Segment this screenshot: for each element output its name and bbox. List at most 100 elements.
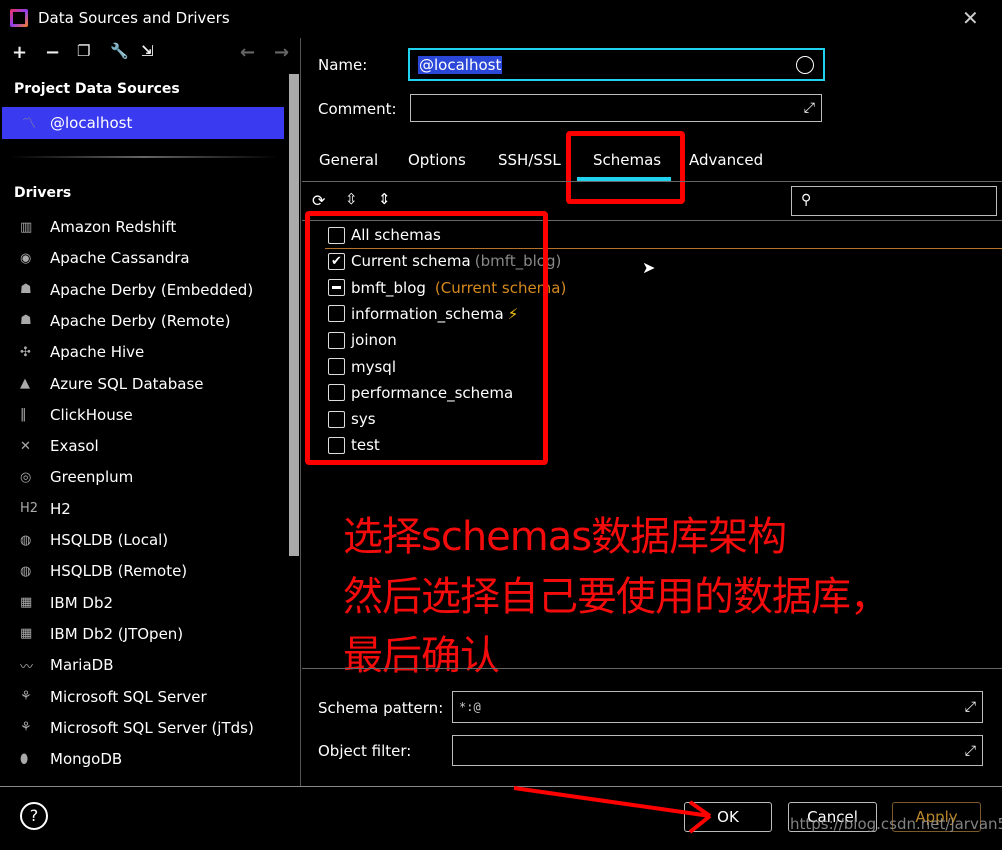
driver-item[interactable]: ☗ Apache Derby (Embedded) <box>20 278 253 302</box>
driver-item[interactable]: H2 H2 <box>20 497 71 521</box>
wrench-icon[interactable]: 🔧 <box>110 42 129 60</box>
driver-label: HSQLDB (Remote) <box>50 562 188 581</box>
driver-label: H2 <box>50 499 71 518</box>
app-logo-icon <box>10 9 28 27</box>
close-icon[interactable]: ✕ <box>962 6 979 30</box>
driver-item[interactable]: ◍ HSQLDB (Local) <box>20 528 168 552</box>
driver-item[interactable]: ◎ Greenplum <box>20 465 133 489</box>
search-icon: ⚲ <box>801 192 812 208</box>
sidebar-scrollbar[interactable] <box>289 74 299 556</box>
driver-label: Exasol <box>50 437 99 456</box>
driver-label: Apache Hive <box>50 343 145 362</box>
divider <box>10 156 278 158</box>
divider <box>302 181 1002 182</box>
object-filter-label: Object filter: <box>318 742 412 760</box>
driver-item[interactable]: ⚘ Microsoft SQL Server (jTds) <box>20 716 254 740</box>
cassandra-icon: ◉ <box>20 250 32 266</box>
driver-item[interactable]: ⚘ Microsoft SQL Server <box>20 685 207 709</box>
driver-label: IBM Db2 (JTOpen) <box>50 624 184 643</box>
driver-item[interactable]: ‖ ClickHouse <box>20 403 133 427</box>
derby-icon: ☗ <box>20 313 32 329</box>
mongodb-icon: ⬮ <box>20 751 29 767</box>
driver-item[interactable]: ⬮ MongoDB <box>20 747 122 771</box>
clickhouse-icon: ‖ <box>20 407 27 423</box>
schema-pattern-label: Schema pattern: <box>318 699 444 717</box>
driver-item[interactable]: ☗ Apache Derby (Remote) <box>20 309 230 333</box>
expand-all-icon[interactable]: ⇳ <box>345 190 358 208</box>
tab-advanced[interactable]: Advanced <box>689 151 763 169</box>
name-input[interactable]: @localhost <box>408 48 825 81</box>
driver-label: Amazon Redshift <box>50 218 177 236</box>
driver-label: HSQLDB (Local) <box>50 531 169 549</box>
driver-label: Microsoft SQL Server <box>50 687 207 706</box>
window-title: Data Sources and Drivers <box>38 9 230 27</box>
driver-label: MariaDB <box>50 656 114 675</box>
driver-item[interactable]: ✕ Exasol <box>20 434 99 458</box>
tab-general[interactable]: General <box>319 151 378 169</box>
schema-search-input[interactable]: ⚲ <box>791 186 997 216</box>
comment-label: Comment: <box>318 100 397 118</box>
expand-icon[interactable]: ⤢ <box>965 743 976 759</box>
driver-label: ClickHouse <box>50 405 133 424</box>
driver-item[interactable]: ◍ HSQLDB (Remote) <box>20 559 187 583</box>
schema-pattern-input[interactable]: *:@ ⤢ <box>452 691 983 723</box>
hsqldb-icon: ◍ <box>20 563 32 579</box>
db2-icon: ▦ <box>20 595 33 611</box>
highlight-box <box>305 211 548 465</box>
name-value: @localhost <box>418 56 503 74</box>
data-source-localhost[interactable]: 〽 @localhost <box>2 107 284 139</box>
import-icon[interactable]: ⇲ <box>141 42 154 60</box>
driver-label: Apache Derby (Remote) <box>50 311 231 330</box>
driver-label: Microsoft SQL Server (jTds) <box>50 718 254 737</box>
comment-input[interactable]: ⤢ <box>410 94 822 122</box>
driver-item[interactable]: ▦ IBM Db2 (JTOpen) <box>20 622 183 646</box>
divider <box>302 668 1002 669</box>
driver-label: MongoDB <box>50 750 123 769</box>
sqlserver-icon: ⚘ <box>20 720 32 736</box>
driver-label: Apache Derby (Embedded) <box>50 280 254 299</box>
copy-icon[interactable]: ❐ <box>77 42 90 60</box>
sqlserver-icon: ⚘ <box>20 689 32 704</box>
name-label: Name: <box>318 56 368 74</box>
driver-item[interactable]: ▥ Amazon Redshift <box>20 215 176 239</box>
tab-ssh-ssl[interactable]: SSH/SSL <box>498 151 561 169</box>
object-filter-input[interactable]: ⤢ <box>452 735 983 766</box>
driver-item[interactable]: 〰 MariaDB <box>20 653 114 677</box>
driver-item[interactable]: ▲ Azure SQL Database <box>20 372 204 396</box>
driver-item[interactable]: ✣ Apache Hive <box>20 340 144 364</box>
driver-item[interactable]: ▦ IBM Db2 <box>20 591 113 615</box>
mysql-icon: 〽 <box>22 116 36 132</box>
annotation-line: 最后确认 <box>343 633 500 679</box>
azure-icon: ▲ <box>20 376 30 391</box>
refresh-icon[interactable]: ⟳ <box>312 191 325 210</box>
schema-pattern-value: *:@ <box>459 700 481 714</box>
help-button[interactable]: ? <box>20 802 48 830</box>
expand-icon[interactable]: ⤢ <box>965 699 976 715</box>
derby-icon: ☗ <box>20 282 32 298</box>
collapse-all-icon[interactable]: ⇕ <box>378 190 391 208</box>
forward-icon[interactable]: → <box>274 42 289 63</box>
add-icon[interactable]: + <box>12 42 27 63</box>
back-icon[interactable]: ← <box>240 42 255 63</box>
db2-icon: ▦ <box>20 626 33 642</box>
watermark: https://blog.csdn.net/jarvan5 <box>790 815 1002 833</box>
annotation-line: 选择schemas数据库架构 <box>343 514 787 560</box>
divider <box>300 38 301 786</box>
driver-label: IBM Db2 <box>50 593 114 612</box>
h2-icon: H2 <box>20 501 39 517</box>
annotation-arrow-icon <box>513 786 712 834</box>
mouse-cursor-icon: ➤ <box>642 258 656 277</box>
tab-options[interactable]: Options <box>408 151 466 169</box>
driver-label: Apache Cassandra <box>50 249 190 268</box>
redshift-icon: ▥ <box>20 219 33 235</box>
expand-icon[interactable]: ⤢ <box>804 100 815 116</box>
mariadb-icon: 〰 <box>20 659 34 675</box>
drivers-header: Drivers <box>14 185 72 201</box>
remove-icon[interactable]: − <box>45 42 60 63</box>
greenplum-icon: ◎ <box>20 469 32 485</box>
hsqldb-icon: ◍ <box>20 532 32 548</box>
data-source-label: @localhost <box>50 114 133 132</box>
driver-item[interactable]: ◉ Apache Cassandra <box>20 246 190 270</box>
project-data-sources-header: Project Data Sources <box>14 81 180 97</box>
divider <box>0 786 1002 787</box>
